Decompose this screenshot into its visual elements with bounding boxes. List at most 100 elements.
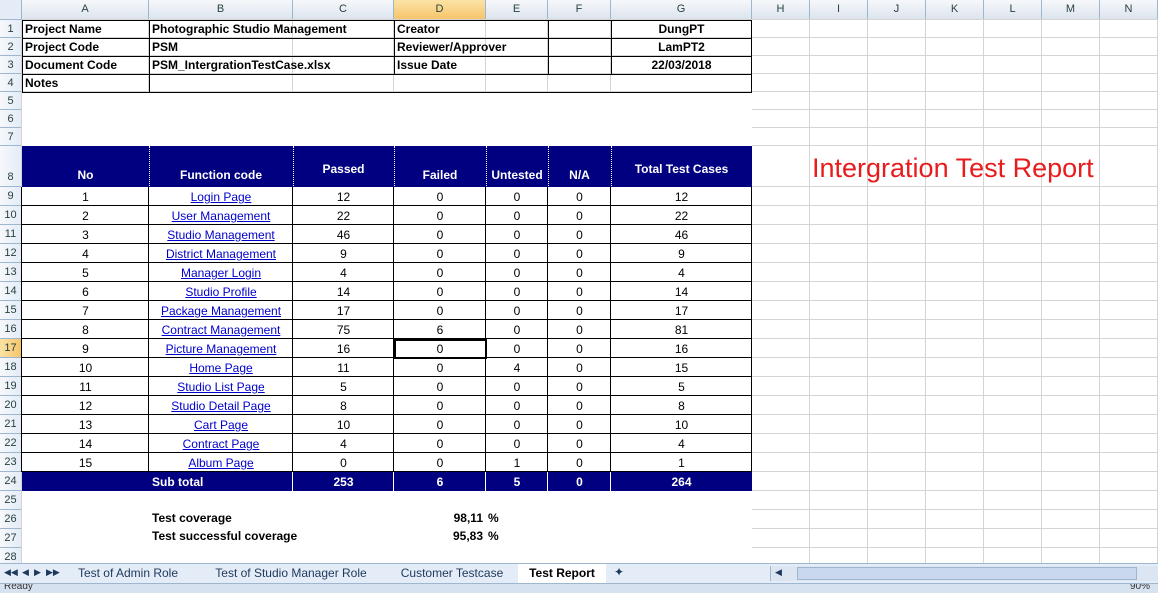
table-cell[interactable]: 0: [293, 454, 394, 472]
table-cell[interactable]: 0: [548, 226, 611, 244]
function-link[interactable]: Home Page: [149, 359, 293, 377]
row-header-1[interactable]: 1: [0, 20, 22, 38]
function-link[interactable]: Login Page: [149, 188, 293, 206]
column-header-n[interactable]: N: [1100, 0, 1158, 20]
table-cell[interactable]: 0: [394, 207, 486, 225]
table-cell[interactable]: 0: [548, 340, 611, 358]
table-cell[interactable]: 9: [611, 245, 752, 263]
row-header-21[interactable]: 21: [0, 415, 22, 434]
function-link-text[interactable]: Contract Page: [183, 437, 260, 451]
table-cell[interactable]: 12: [22, 397, 149, 415]
zoom-level[interactable]: 90%: [1130, 584, 1150, 592]
subtotal-cell[interactable]: 5: [486, 473, 548, 491]
row-header-14[interactable]: 14: [0, 282, 22, 301]
table-cell[interactable]: 4: [611, 435, 752, 453]
column-header-h[interactable]: H: [752, 0, 810, 20]
column-header-a[interactable]: A: [22, 0, 149, 20]
function-link-text[interactable]: Studio Profile: [185, 285, 256, 299]
table-cell[interactable]: 4: [486, 359, 548, 377]
notes-label[interactable]: Notes: [22, 75, 150, 92]
function-link[interactable]: Contract Page: [149, 435, 293, 453]
scroll-left-icon[interactable]: ◀: [775, 567, 782, 578]
row-header-28[interactable]: 28: [0, 548, 22, 563]
table-cell[interactable]: 0: [486, 283, 548, 301]
table-cell[interactable]: 16: [293, 340, 394, 358]
issue-date-label[interactable]: Issue Date: [394, 57, 548, 74]
table-cell[interactable]: 0: [394, 245, 486, 263]
table-cell[interactable]: 0: [548, 302, 611, 320]
function-link-text[interactable]: Album Page: [188, 456, 253, 470]
row-header-8[interactable]: 8: [0, 146, 22, 187]
function-link[interactable]: Studio List Page: [149, 378, 293, 396]
row-header-19[interactable]: 19: [0, 377, 22, 396]
row-header-22[interactable]: 22: [0, 434, 22, 453]
table-cell[interactable]: 0: [548, 207, 611, 225]
table-cell[interactable]: 0: [486, 397, 548, 415]
subtotal-cell[interactable]: 0: [548, 473, 611, 491]
project-code-label[interactable]: Project Code: [22, 39, 150, 56]
table-cell[interactable]: 1: [611, 454, 752, 472]
table-cell[interactable]: 0: [486, 302, 548, 320]
table-cell[interactable]: 5: [22, 264, 149, 282]
function-link[interactable]: User Management: [149, 207, 293, 225]
function-link[interactable]: Studio Detail Page: [149, 397, 293, 415]
table-cell[interactable]: 0: [486, 435, 548, 453]
first-sheet-icon[interactable]: ◀◀: [4, 567, 18, 578]
table-cell[interactable]: 0: [486, 264, 548, 282]
table-cell[interactable]: 16: [611, 340, 752, 358]
row-header-12[interactable]: 12: [0, 244, 22, 263]
next-sheet-icon[interactable]: ▶: [34, 567, 41, 578]
table-cell[interactable]: 15: [22, 454, 149, 472]
subtotal-cell[interactable]: 6: [394, 473, 486, 491]
header-total-test-cases[interactable]: Total Test Cases: [611, 162, 752, 176]
table-cell[interactable]: 4: [293, 264, 394, 282]
table-cell[interactable]: 0: [548, 245, 611, 263]
function-link-text[interactable]: Contract Management: [162, 323, 281, 337]
row-header-10[interactable]: 10: [0, 206, 22, 225]
table-cell[interactable]: 0: [486, 378, 548, 396]
table-cell[interactable]: 0: [486, 321, 548, 339]
table-cell[interactable]: 0: [394, 264, 486, 282]
row-header-24[interactable]: 24: [0, 472, 22, 491]
table-cell[interactable]: 0: [486, 188, 548, 206]
function-link[interactable]: Studio Management: [149, 226, 293, 244]
row-header-17[interactable]: 17: [0, 339, 22, 358]
table-cell[interactable]: 0: [548, 454, 611, 472]
spreadsheet-grid[interactable]: ABCDEFGHIJKLMN 1 2 3 4 5 6 7 8 9 10 11 12 13 14 15 16 17…: [0, 0, 1158, 563]
table-cell[interactable]: 0: [394, 435, 486, 453]
function-link[interactable]: Manager Login: [149, 264, 293, 282]
reviewer-value[interactable]: LamPT2: [611, 39, 752, 56]
column-header-e[interactable]: E: [486, 0, 548, 20]
table-cell[interactable]: 8: [293, 397, 394, 415]
function-link[interactable]: Studio Profile: [149, 283, 293, 301]
function-link-text[interactable]: Studio Management: [167, 228, 274, 242]
row-header-9[interactable]: 9: [0, 187, 22, 206]
active-cell-selection[interactable]: [394, 339, 487, 359]
table-cell[interactable]: 0: [394, 302, 486, 320]
table-cell[interactable]: 46: [611, 226, 752, 244]
creator-value[interactable]: DungPT: [611, 21, 752, 38]
report-title[interactable]: Intergration Test Report: [812, 153, 1094, 184]
column-header-m[interactable]: M: [1042, 0, 1100, 20]
table-cell[interactable]: 11: [293, 359, 394, 377]
scrollbar-thumb[interactable]: [797, 567, 1137, 580]
header-passed[interactable]: Passed: [293, 162, 394, 176]
table-cell[interactable]: 0: [486, 245, 548, 263]
subtotal-cell[interactable]: 253: [293, 473, 394, 491]
column-header-i[interactable]: I: [810, 0, 868, 20]
table-cell[interactable]: 8: [611, 397, 752, 415]
table-cell[interactable]: 2: [22, 207, 149, 225]
row-header-2[interactable]: 2: [0, 38, 22, 56]
table-cell[interactable]: 1: [22, 188, 149, 206]
prev-sheet-icon[interactable]: ◀: [22, 567, 29, 578]
table-cell[interactable]: 9: [22, 340, 149, 358]
table-cell[interactable]: 0: [394, 397, 486, 415]
column-header-c[interactable]: C: [293, 0, 394, 20]
table-cell[interactable]: 0: [394, 378, 486, 396]
row-header-16[interactable]: 16: [0, 320, 22, 339]
tab-test-of-admin-role[interactable]: Test of Admin Role: [62, 564, 194, 583]
subtotal-cell[interactable]: 264: [611, 473, 752, 491]
function-link-text[interactable]: User Management: [172, 209, 271, 223]
column-header-g[interactable]: G: [611, 0, 752, 20]
row-header-13[interactable]: 13: [0, 263, 22, 282]
